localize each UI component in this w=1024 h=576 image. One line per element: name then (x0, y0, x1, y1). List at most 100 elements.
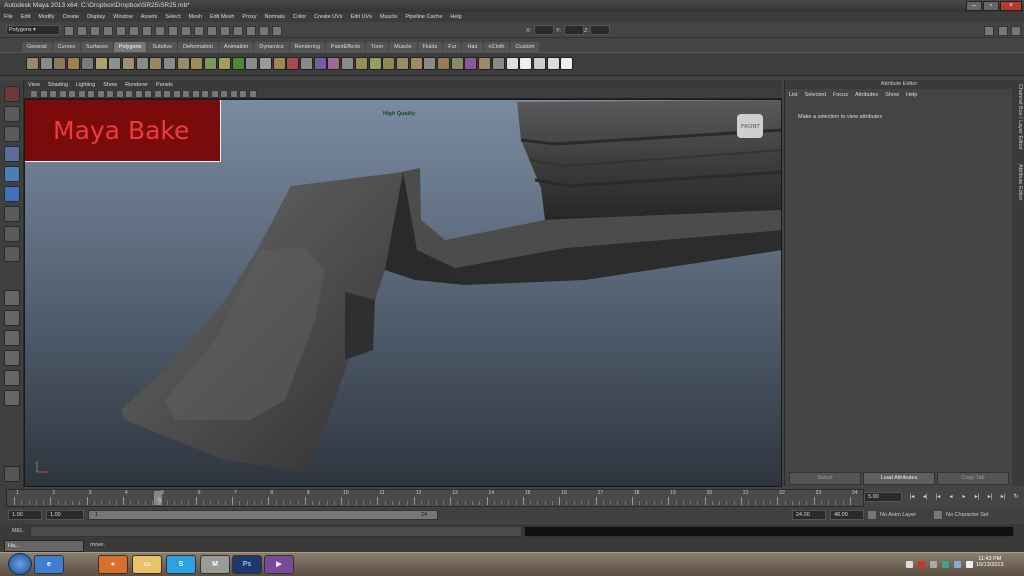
poly-plane-icon[interactable] (80, 57, 94, 70)
uv-spherical-icon[interactable] (519, 57, 533, 70)
start-button[interactable] (8, 553, 32, 575)
use-all-lights-icon[interactable] (182, 90, 190, 98)
safe-title-icon[interactable] (134, 90, 143, 98)
poly-pyramid-icon[interactable] (121, 57, 135, 70)
shelf-tab-custom[interactable]: Custom (510, 42, 540, 52)
mirror-geometry-icon[interactable] (464, 57, 478, 70)
tool-settings-toggle-icon[interactable] (1011, 26, 1021, 36)
isolate-select-icon[interactable] (220, 90, 228, 98)
snap-curve-icon[interactable] (181, 26, 191, 36)
poly-platonic-icon[interactable] (176, 57, 190, 70)
film-gate-icon[interactable] (87, 90, 95, 98)
smooth-icon[interactable] (245, 57, 259, 70)
play-forward-icon[interactable]: ▸ (960, 493, 968, 501)
textured-icon[interactable] (172, 90, 181, 98)
shelf-tab-subdivs[interactable]: Subdivs (147, 42, 177, 52)
cut-faces-icon[interactable] (478, 57, 492, 70)
attribute-editor-toggle-icon[interactable] (998, 26, 1008, 36)
maya-icon[interactable]: M (200, 555, 230, 574)
menu-pipeline-cache[interactable]: Pipeline Cache (405, 14, 442, 20)
go-to-end-icon[interactable]: ▸| (999, 493, 1007, 501)
render-settings-icon[interactable] (259, 26, 269, 36)
shelf-tab-toon[interactable]: Toon (366, 42, 389, 52)
scale-tool-icon[interactable] (4, 186, 20, 202)
wireframe-on-shaded-icon[interactable] (163, 90, 171, 98)
poly-cone-icon[interactable] (67, 57, 81, 70)
split-polygon-icon[interactable] (313, 57, 327, 70)
poly-torus-icon[interactable] (94, 57, 108, 70)
attr-menu-focus[interactable]: Focus (833, 92, 848, 98)
shelf-tab-hair[interactable]: Hair (462, 42, 483, 52)
xray-joints-icon[interactable] (239, 90, 247, 98)
xray-icon[interactable] (229, 90, 238, 98)
history-icon[interactable] (220, 26, 230, 36)
extract-icon[interactable] (217, 57, 231, 70)
lasso-tool-icon[interactable] (4, 106, 20, 122)
image-plane-icon[interactable] (58, 90, 67, 98)
play-backward-icon[interactable]: ◂ (947, 493, 955, 501)
flip-triangles-icon[interactable] (437, 57, 450, 70)
redo-icon[interactable] (116, 26, 126, 36)
attr-menu-show[interactable]: Show (885, 92, 899, 98)
manipulator-icon[interactable] (4, 206, 20, 222)
single-perspective-layout-icon[interactable] (4, 290, 20, 306)
show-hypershade-icon[interactable] (272, 26, 282, 36)
maximize-button[interactable]: ▫ (983, 1, 999, 11)
shelf-tab-muscle[interactable]: Muscle (389, 42, 417, 52)
menu-edit[interactable]: Edit (21, 14, 30, 20)
gate-mask-icon[interactable] (106, 90, 114, 98)
bridge-icon[interactable] (368, 57, 382, 70)
move-tool-icon[interactable] (4, 146, 20, 162)
minimized-window[interactable]: Ha... (4, 540, 84, 552)
character-set-select[interactable]: No Character Set (946, 512, 989, 518)
shelf-tab-curves[interactable]: Curves (52, 42, 80, 52)
paint-select-icon[interactable] (4, 126, 20, 142)
menu-mesh[interactable]: Mesh (189, 14, 202, 20)
snap-surface-icon[interactable] (207, 26, 217, 36)
snap-point-icon[interactable] (194, 26, 204, 36)
menu-assets[interactable]: Assets (141, 14, 158, 20)
safe-action-icon[interactable] (125, 90, 133, 98)
step-back-frame-icon[interactable]: |◂ (934, 493, 942, 501)
menu-help[interactable]: Help (450, 14, 461, 20)
soft-mod-icon[interactable] (4, 226, 20, 242)
explorer-icon[interactable]: ▭ (132, 555, 162, 574)
attribute-editor-tab[interactable]: Attribute Editor (1017, 164, 1023, 200)
animation-start-field[interactable]: 1.00 (8, 510, 42, 520)
select-object-icon[interactable] (142, 26, 152, 36)
attr-menu-selected[interactable]: Selected (805, 92, 826, 98)
chamfer-icon[interactable] (423, 57, 437, 70)
shelf-tab-general[interactable]: General (22, 42, 52, 52)
uv-editor-icon[interactable] (546, 57, 560, 70)
attr-menu-help[interactable]: Help (906, 92, 917, 98)
shelf-tab-ncloth[interactable]: nCloth (483, 42, 510, 52)
shelf-tab-animation[interactable]: Animation (218, 42, 254, 52)
select-tool-icon[interactable] (4, 86, 20, 102)
smooth-shade-icon[interactable] (153, 90, 162, 98)
checker-map-icon[interactable] (560, 57, 574, 70)
save-scene-icon[interactable] (90, 26, 100, 36)
persp-outliner-layout-icon[interactable] (4, 330, 20, 346)
menu-set-select[interactable]: Polygons ▾ (6, 25, 60, 35)
fill-hole-icon[interactable] (272, 57, 286, 70)
step-forward-frame-icon[interactable]: ▸| (973, 493, 981, 501)
viewport-3d[interactable]: FRONT Maya Bake High Quality (24, 99, 782, 487)
y-field[interactable] (564, 25, 584, 35)
minimize-button[interactable]: – (966, 1, 982, 11)
poly-pipe-icon[interactable] (135, 57, 149, 70)
photoshop-icon[interactable]: Ps (232, 555, 262, 574)
tray-security-icon[interactable] (942, 561, 949, 568)
2d-pan-zoom-icon[interactable] (68, 90, 76, 98)
offset-edge-loop-icon[interactable] (341, 57, 355, 70)
panel-menu-show[interactable]: Show (103, 82, 117, 88)
extrude-icon[interactable] (354, 57, 368, 70)
loop-icon[interactable]: ↻ (1012, 493, 1020, 501)
menu-create-uvs[interactable]: Create UVs (314, 14, 342, 20)
step-back-key-icon[interactable]: ◂| (921, 493, 929, 501)
shelf-tab-surfaces[interactable]: Surfaces (81, 42, 113, 52)
tray-app-icon[interactable] (918, 561, 925, 568)
shelf-tab-fluids[interactable]: Fluids (417, 42, 443, 52)
z-field[interactable] (590, 25, 610, 35)
panel-menu-lighting[interactable]: Lighting (76, 82, 95, 88)
select-hierarchy-icon[interactable] (129, 26, 139, 36)
